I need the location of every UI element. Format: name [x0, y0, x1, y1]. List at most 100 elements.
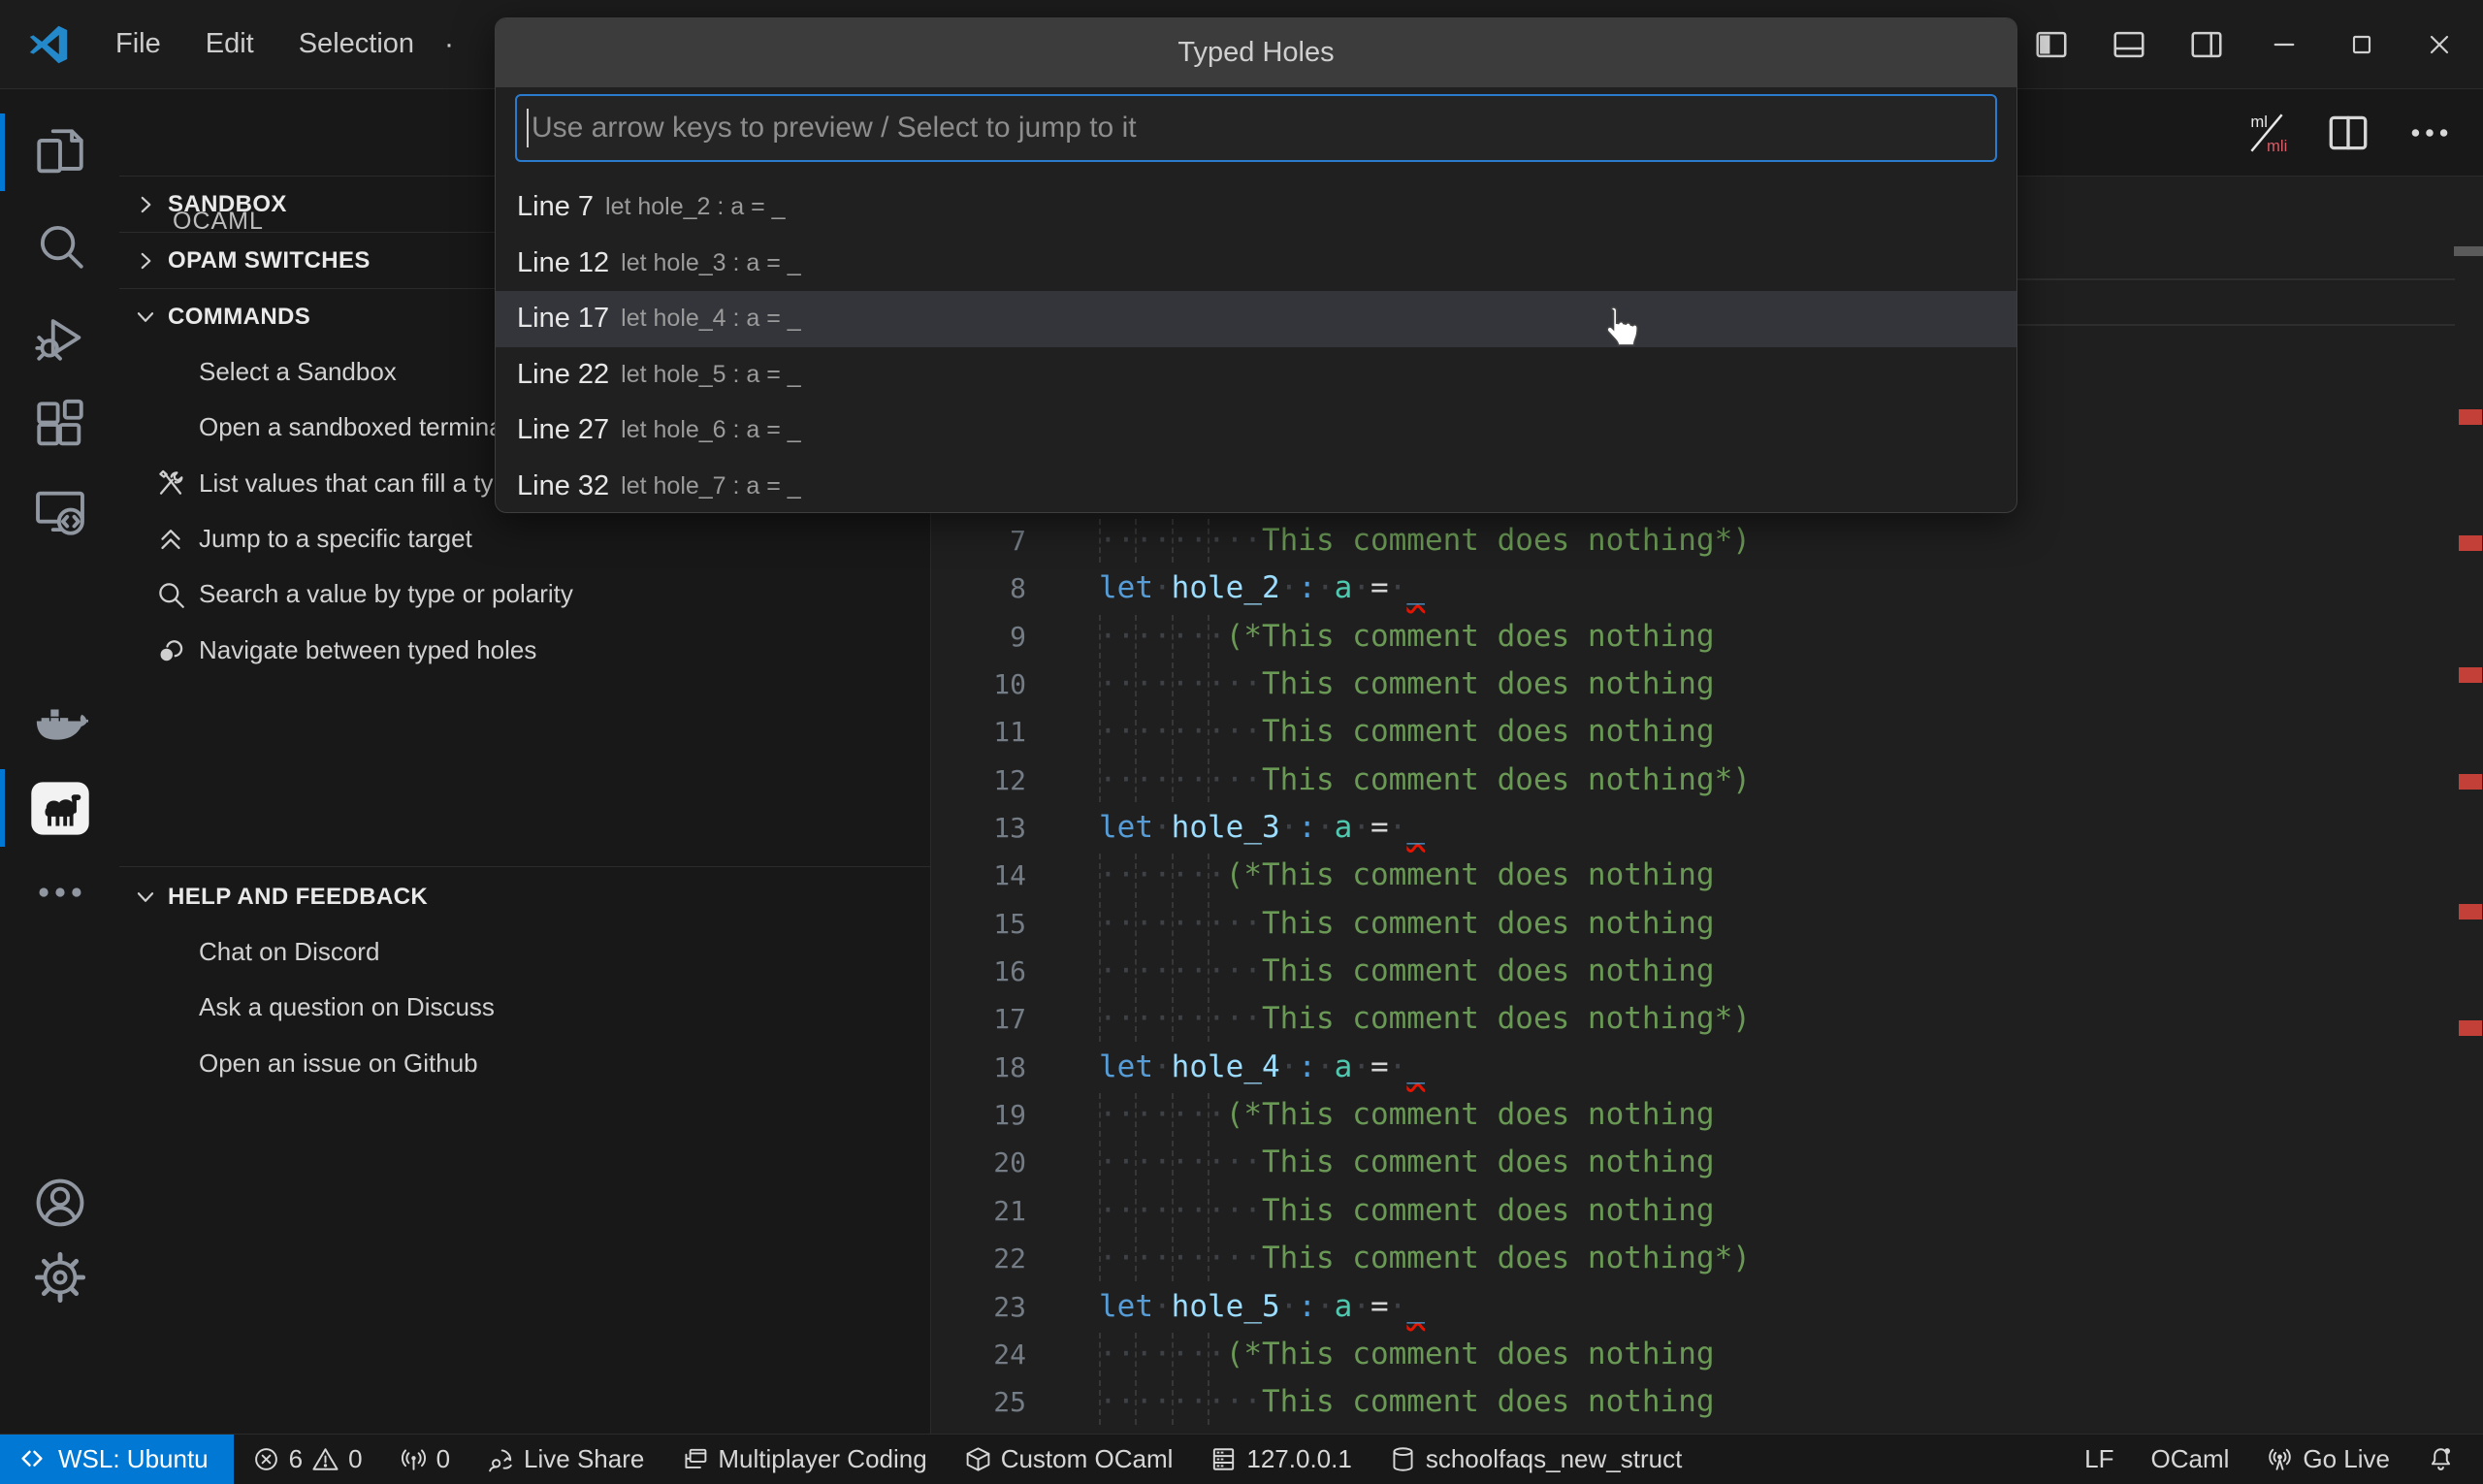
statusbar-left: 600 Live Share Multiplayer Coding Custom OC… — [234, 1435, 1701, 1484]
activity-settings-gear-icon[interactable] — [0, 1231, 119, 1324]
line-number: 15 — [932, 900, 1026, 948]
activity-search-icon[interactable] — [0, 199, 119, 292]
indent-guide — [1208, 710, 1209, 754]
quickpick-item[interactable]: Line 17let hole_4 : a = _ — [496, 291, 2016, 347]
quickpick-input[interactable]: Use arrow keys to preview / Select to ju… — [515, 94, 1997, 162]
quickpick-item[interactable]: Line 27let hole_6 : a = _ — [496, 403, 2016, 459]
code-line[interactable]: 25·········This comment does nothing — [932, 1378, 2483, 1426]
error-ruler-mark — [2459, 904, 2482, 919]
statusbar-go-live[interactable]: Go Live — [2247, 1435, 2408, 1484]
panel-bottom-button[interactable] — [2097, 13, 2161, 77]
panel-right-button[interactable] — [2175, 13, 2239, 77]
statusbar-text: Live Share — [524, 1444, 644, 1474]
code-line[interactable]: 9·······(*This comment does nothing — [932, 613, 2483, 661]
indent-guide — [1135, 710, 1137, 754]
double-chevron-up-icon — [154, 522, 187, 555]
server-rack-icon — [1209, 1445, 1238, 1473]
statusbar-problems[interactable]: 60 — [234, 1435, 381, 1484]
code-line[interactable]: 18let·hole_4·:·a·=·_ — [932, 1044, 2483, 1091]
code-line[interactable]: 12·········This comment does nothing*) — [932, 757, 2483, 804]
indent-guide — [1099, 615, 1101, 659]
statusbar-server-address[interactable]: 127.0.0.1 — [1191, 1435, 1370, 1484]
package-cube-icon — [964, 1445, 992, 1473]
tree-item[interactable]: Ask a question on Discuss — [119, 980, 931, 1035]
scrollbar-handle[interactable] — [2454, 246, 2483, 256]
line-content: ·········This comment does nothing — [1099, 948, 1715, 995]
statusbar-notifications[interactable] — [2408, 1435, 2473, 1484]
more-actions-button[interactable] — [2403, 107, 2456, 159]
activity-run-debug-icon[interactable] — [0, 291, 119, 384]
code-line[interactable]: 16·········This comment does nothing — [932, 948, 2483, 995]
tree-item[interactable]: Search a value by type or polarity — [119, 566, 931, 622]
indent-guide — [1172, 1189, 1174, 1233]
menu-edit[interactable]: Edit — [183, 18, 276, 70]
statusbar-live-share[interactable]: Live Share — [468, 1435, 662, 1484]
code-line[interactable]: 21·········This comment does nothing — [932, 1187, 2483, 1235]
maximize-button[interactable] — [2330, 13, 2394, 77]
statusbar-custom-ocaml[interactable]: Custom OCaml — [946, 1435, 1192, 1484]
indent-guide — [1099, 950, 1101, 993]
indent-guide — [1099, 1333, 1101, 1376]
line-number: 17 — [932, 995, 1026, 1043]
code-line[interactable]: 8let·hole_2·:·a·=·_ — [932, 565, 2483, 612]
quickpick-item[interactable]: Line 22let hole_5 : a = _ — [496, 347, 2016, 403]
database-icon — [1389, 1445, 1417, 1473]
tree-item-label: Jump to a specific target — [199, 524, 472, 554]
section-label: OPAM SWITCHES — [168, 247, 371, 274]
tree-item[interactable]: Chat on Discord — [119, 924, 931, 980]
activity-docker-icon[interactable] — [0, 676, 119, 769]
code-line[interactable]: 20·········This comment does nothing — [932, 1139, 2483, 1186]
code-line[interactable]: 13let·hole_3·:·a·=·_ — [932, 804, 2483, 852]
indent-guide — [1099, 758, 1101, 802]
statusbar-forwarded-ports[interactable]: 0 — [381, 1435, 468, 1484]
indent-guide — [1208, 1093, 1209, 1137]
quickpick-item[interactable]: Line 32let hole_7 : a = _ — [496, 459, 2016, 514]
section-divider — [119, 866, 931, 867]
line-number: 21 — [932, 1187, 1026, 1235]
code-line[interactable]: 14·······(*This comment does nothing — [932, 852, 2483, 899]
code-line[interactable]: 24·······(*This comment does nothing — [932, 1331, 2483, 1378]
statusbar-eol-sequence[interactable]: LF — [2066, 1435, 2132, 1484]
code-line[interactable]: 22·········This comment does nothing*) — [932, 1235, 2483, 1282]
activity-ocaml-icon[interactable] — [0, 761, 119, 855]
line-number: 14 — [932, 852, 1026, 899]
statusbar-database[interactable]: schoolfaqs_new_struct — [1370, 1435, 1700, 1484]
tree-item[interactable]: Jump to a specific target — [119, 511, 931, 566]
code-line[interactable]: 15·········This comment does nothing — [932, 900, 2483, 948]
close-button[interactable] — [2407, 13, 2471, 77]
code-line[interactable]: 11·········This comment does nothing — [932, 708, 2483, 756]
tree-item[interactable]: Open an issue on Github — [119, 1036, 931, 1091]
statusbar-text: Multiplayer Coding — [718, 1444, 926, 1474]
tree-item[interactable]: Navigate between typed holes — [119, 623, 931, 678]
split-editor-button[interactable] — [2322, 107, 2374, 159]
code-line[interactable]: 19·······(*This comment does nothing — [932, 1091, 2483, 1139]
line-content: ·········This comment does nothing — [1099, 708, 1715, 756]
quickpick-item[interactable]: Line 12let hole_3 : a = _ — [496, 236, 2016, 292]
tree-item-label: Ask a question on Discuss — [199, 992, 495, 1022]
panel-left-button[interactable] — [2019, 13, 2083, 77]
code-line[interactable]: 7·········This comment does nothing*) — [932, 517, 2483, 565]
extensions-icon — [32, 397, 88, 453]
code-line[interactable]: 23let·hole_5·:·a·=·_ — [932, 1283, 2483, 1331]
indent-guide — [1135, 615, 1137, 659]
remote-indicator[interactable]: WSL: Ubuntu — [0, 1435, 234, 1484]
statusbar-text: Go Live — [2303, 1444, 2390, 1474]
code-line[interactable]: 17·········This comment does nothing*) — [932, 995, 2483, 1043]
section-header-help-and-feedback[interactable]: HELP AND FEEDBACK — [119, 869, 931, 925]
line-number: 9 — [932, 613, 1026, 661]
menu-selection[interactable]: Selection — [276, 18, 436, 70]
activity-explorer-icon[interactable] — [0, 106, 119, 199]
quickpick-item[interactable]: Line 7let hole_2 : a = _ — [496, 179, 2016, 236]
window-controls — [1942, 0, 2483, 89]
activity-more-icon[interactable] — [0, 846, 119, 939]
ml-mli-button[interactable]: mlmli — [2241, 107, 2293, 159]
minimize-button[interactable] — [2252, 13, 2316, 77]
code-line[interactable]: 10·········This comment does nothing — [932, 661, 2483, 708]
quickpick-item-label: Line 12 — [517, 247, 609, 279]
activity-remote-explorer-icon[interactable] — [0, 466, 119, 559]
line-number: 23 — [932, 1283, 1026, 1331]
menu-file[interactable]: File — [93, 18, 183, 70]
activity-extensions-icon[interactable] — [0, 378, 119, 471]
statusbar-multiplayer-coding[interactable]: Multiplayer Coding — [662, 1435, 945, 1484]
statusbar-language-mode[interactable]: OCaml — [2132, 1435, 2247, 1484]
